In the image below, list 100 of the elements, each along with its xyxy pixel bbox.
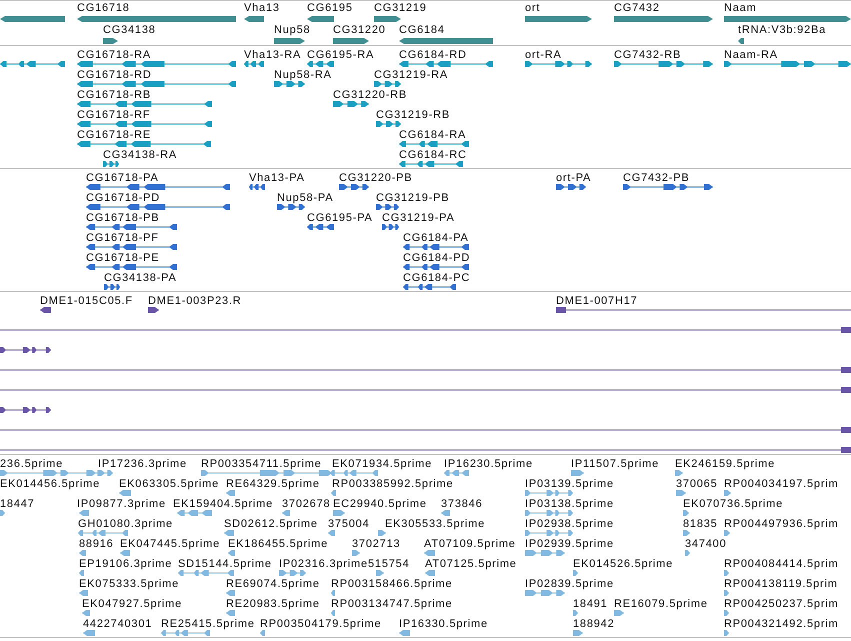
feature-label: CG31219-PB — [376, 192, 450, 205]
feature-label: IP16330.5prime — [399, 618, 488, 631]
feature-label: CG34138 — [103, 24, 156, 37]
feature-label: IP03139.5prime — [525, 478, 614, 491]
feature-label: IP02839.5prime — [525, 578, 614, 591]
feature-label: CG31219-RB — [376, 109, 450, 122]
feature-label: 375004 — [328, 518, 370, 531]
feature-label: IP11507.5prime — [571, 458, 660, 471]
feature-label: RP003504179.5prime — [260, 618, 382, 631]
feature-label: CG6184-PD — [403, 252, 470, 265]
feature-label: Vha13 — [244, 2, 280, 15]
feature-label: RP004138119.5prim — [724, 578, 838, 591]
feature-label: EK014526.5prime — [573, 558, 674, 571]
feature-label: CG6184-RC — [399, 149, 467, 162]
feature-label: SD02612.5prime — [224, 518, 318, 531]
feature-label: EK159404.5prime — [173, 498, 274, 511]
feature-label: CG6184 — [399, 24, 445, 37]
feature-label: CG16718-RB — [77, 89, 152, 102]
feature-label: EK075333.5prime — [79, 578, 180, 591]
feature-label: DME1-007H17 — [556, 295, 638, 308]
feature-label: Vha13-RA — [244, 49, 302, 62]
feature-label: EK047927.5prime — [82, 598, 182, 611]
feature-label: RP004321492.5prim — [724, 618, 839, 631]
feature-label: CG7432-PB — [623, 172, 690, 185]
feature-label: CG7432-RB — [614, 49, 682, 62]
feature-label: 3702678 — [282, 498, 330, 511]
feature-label: SD15144.5prime — [178, 558, 272, 571]
feature-label: CG6195-PA — [307, 212, 373, 225]
feature-label: RE20983.5prime — [226, 598, 320, 611]
feature-label: CG31220 — [333, 24, 386, 37]
feature-label: Vha13-PA — [249, 172, 305, 185]
feature-label: RP004250237.5prim — [724, 598, 839, 611]
feature-label: 373846 — [441, 498, 483, 511]
feature-label: RP003354711.5prime — [201, 458, 322, 471]
feature-label: CG34138-RA — [103, 149, 178, 162]
feature-label: 347400 — [685, 538, 727, 551]
feature-label: CG31219 — [374, 2, 427, 15]
feature-label: CG6184-RD — [399, 49, 467, 62]
feature-label: 18491 — [573, 598, 608, 611]
feature-label: CG16718-RD — [77, 69, 152, 82]
feature-label: RP004084414.5prim — [724, 558, 839, 571]
feature-label: AT07125.5prime — [425, 558, 517, 571]
feature-label: EK070736.5prime — [683, 498, 784, 511]
feature-label: Naam-RA — [724, 49, 778, 62]
feature-label: 4422740301 — [83, 618, 152, 631]
feature-label: CG6195 — [307, 2, 353, 15]
feature-label: tRNA:V3b:92Ba — [738, 24, 826, 37]
feature-label: RE25415.5prime — [161, 618, 255, 631]
feature-label: CG6184-PC — [403, 272, 470, 285]
feature-label: CG6184-RA — [399, 129, 466, 142]
feature-label: RP004034197.5prim — [724, 478, 839, 491]
feature-label: CG16718-PB — [86, 212, 160, 225]
feature-label: CG7432 — [614, 2, 660, 15]
feature-label: RE16079.5prime — [614, 598, 708, 611]
feature-label: IP17236.3prime — [98, 458, 187, 471]
feature-label: IP02939.5prime — [525, 538, 614, 551]
feature-label: 515754 — [368, 558, 410, 571]
feature-label: EK071934.5prime — [332, 458, 432, 471]
feature-label: ort-RA — [525, 49, 562, 62]
feature-label: RE69074.5prime — [226, 578, 320, 591]
feature-label: CG16718-RA — [77, 49, 152, 62]
feature-label: IP16230.5prime — [444, 458, 533, 471]
feature-label: RP003385992.5prime — [332, 478, 454, 491]
feature-label: EK186455.5prime — [228, 538, 328, 551]
feature-label: IP02938.5prime — [525, 518, 614, 531]
feature-label: CG6195-RA — [307, 49, 374, 62]
feature-label: Nup58-PA — [277, 192, 334, 205]
feature-label: DME1-015C05.F — [40, 295, 133, 308]
feature-label: CG16718-PD — [86, 192, 160, 205]
feature-label: EC29940.5prime — [333, 498, 427, 511]
feature-label: CG6184-PA — [403, 232, 469, 245]
feature-label: CG31219-RA — [374, 69, 448, 82]
feature-label: CG16718-PE — [86, 252, 160, 265]
feature-label: CG34138-PA — [104, 272, 177, 285]
feature-label: CG16718-RE — [77, 129, 152, 142]
feature-label: 370065 — [676, 478, 718, 491]
feature-label: CG16718-PA — [86, 172, 159, 185]
feature-label: CG31220-PB — [339, 172, 412, 185]
feature-label: GH01080.3prime — [78, 518, 173, 531]
feature-label: 236.5prime — [0, 458, 64, 471]
feature-label: Nup58 — [274, 24, 310, 37]
feature-label: ort-PA — [556, 172, 592, 185]
feature-label: ort — [525, 2, 540, 15]
feature-label: Naam — [724, 2, 757, 15]
feature-label: 18447 — [0, 498, 35, 511]
feature-label: EK305533.5prime — [385, 518, 486, 531]
feature-label: IP03138.5prime — [525, 498, 614, 511]
feature-label: RP004497936.5prim — [724, 518, 839, 531]
feature-label: EK047445.5prime — [120, 538, 220, 551]
feature-label: RP003158466.5prime — [331, 578, 452, 591]
feature-label: 88916 — [79, 538, 114, 551]
feature-label: DME1-003P23.R — [148, 295, 242, 308]
feature-label: EP19106.3prime — [79, 558, 172, 571]
feature-label: EK063305.5prime — [119, 478, 220, 491]
feature-label: RP003134747.5prime — [331, 598, 452, 611]
feature-label: 3702713 — [352, 538, 400, 551]
feature-label: IP09877.3prime — [77, 498, 166, 511]
feature-label: CG16718 — [77, 2, 130, 15]
feature-label: 188942 — [573, 618, 615, 631]
feature-label: CG16718-RF — [77, 109, 150, 122]
